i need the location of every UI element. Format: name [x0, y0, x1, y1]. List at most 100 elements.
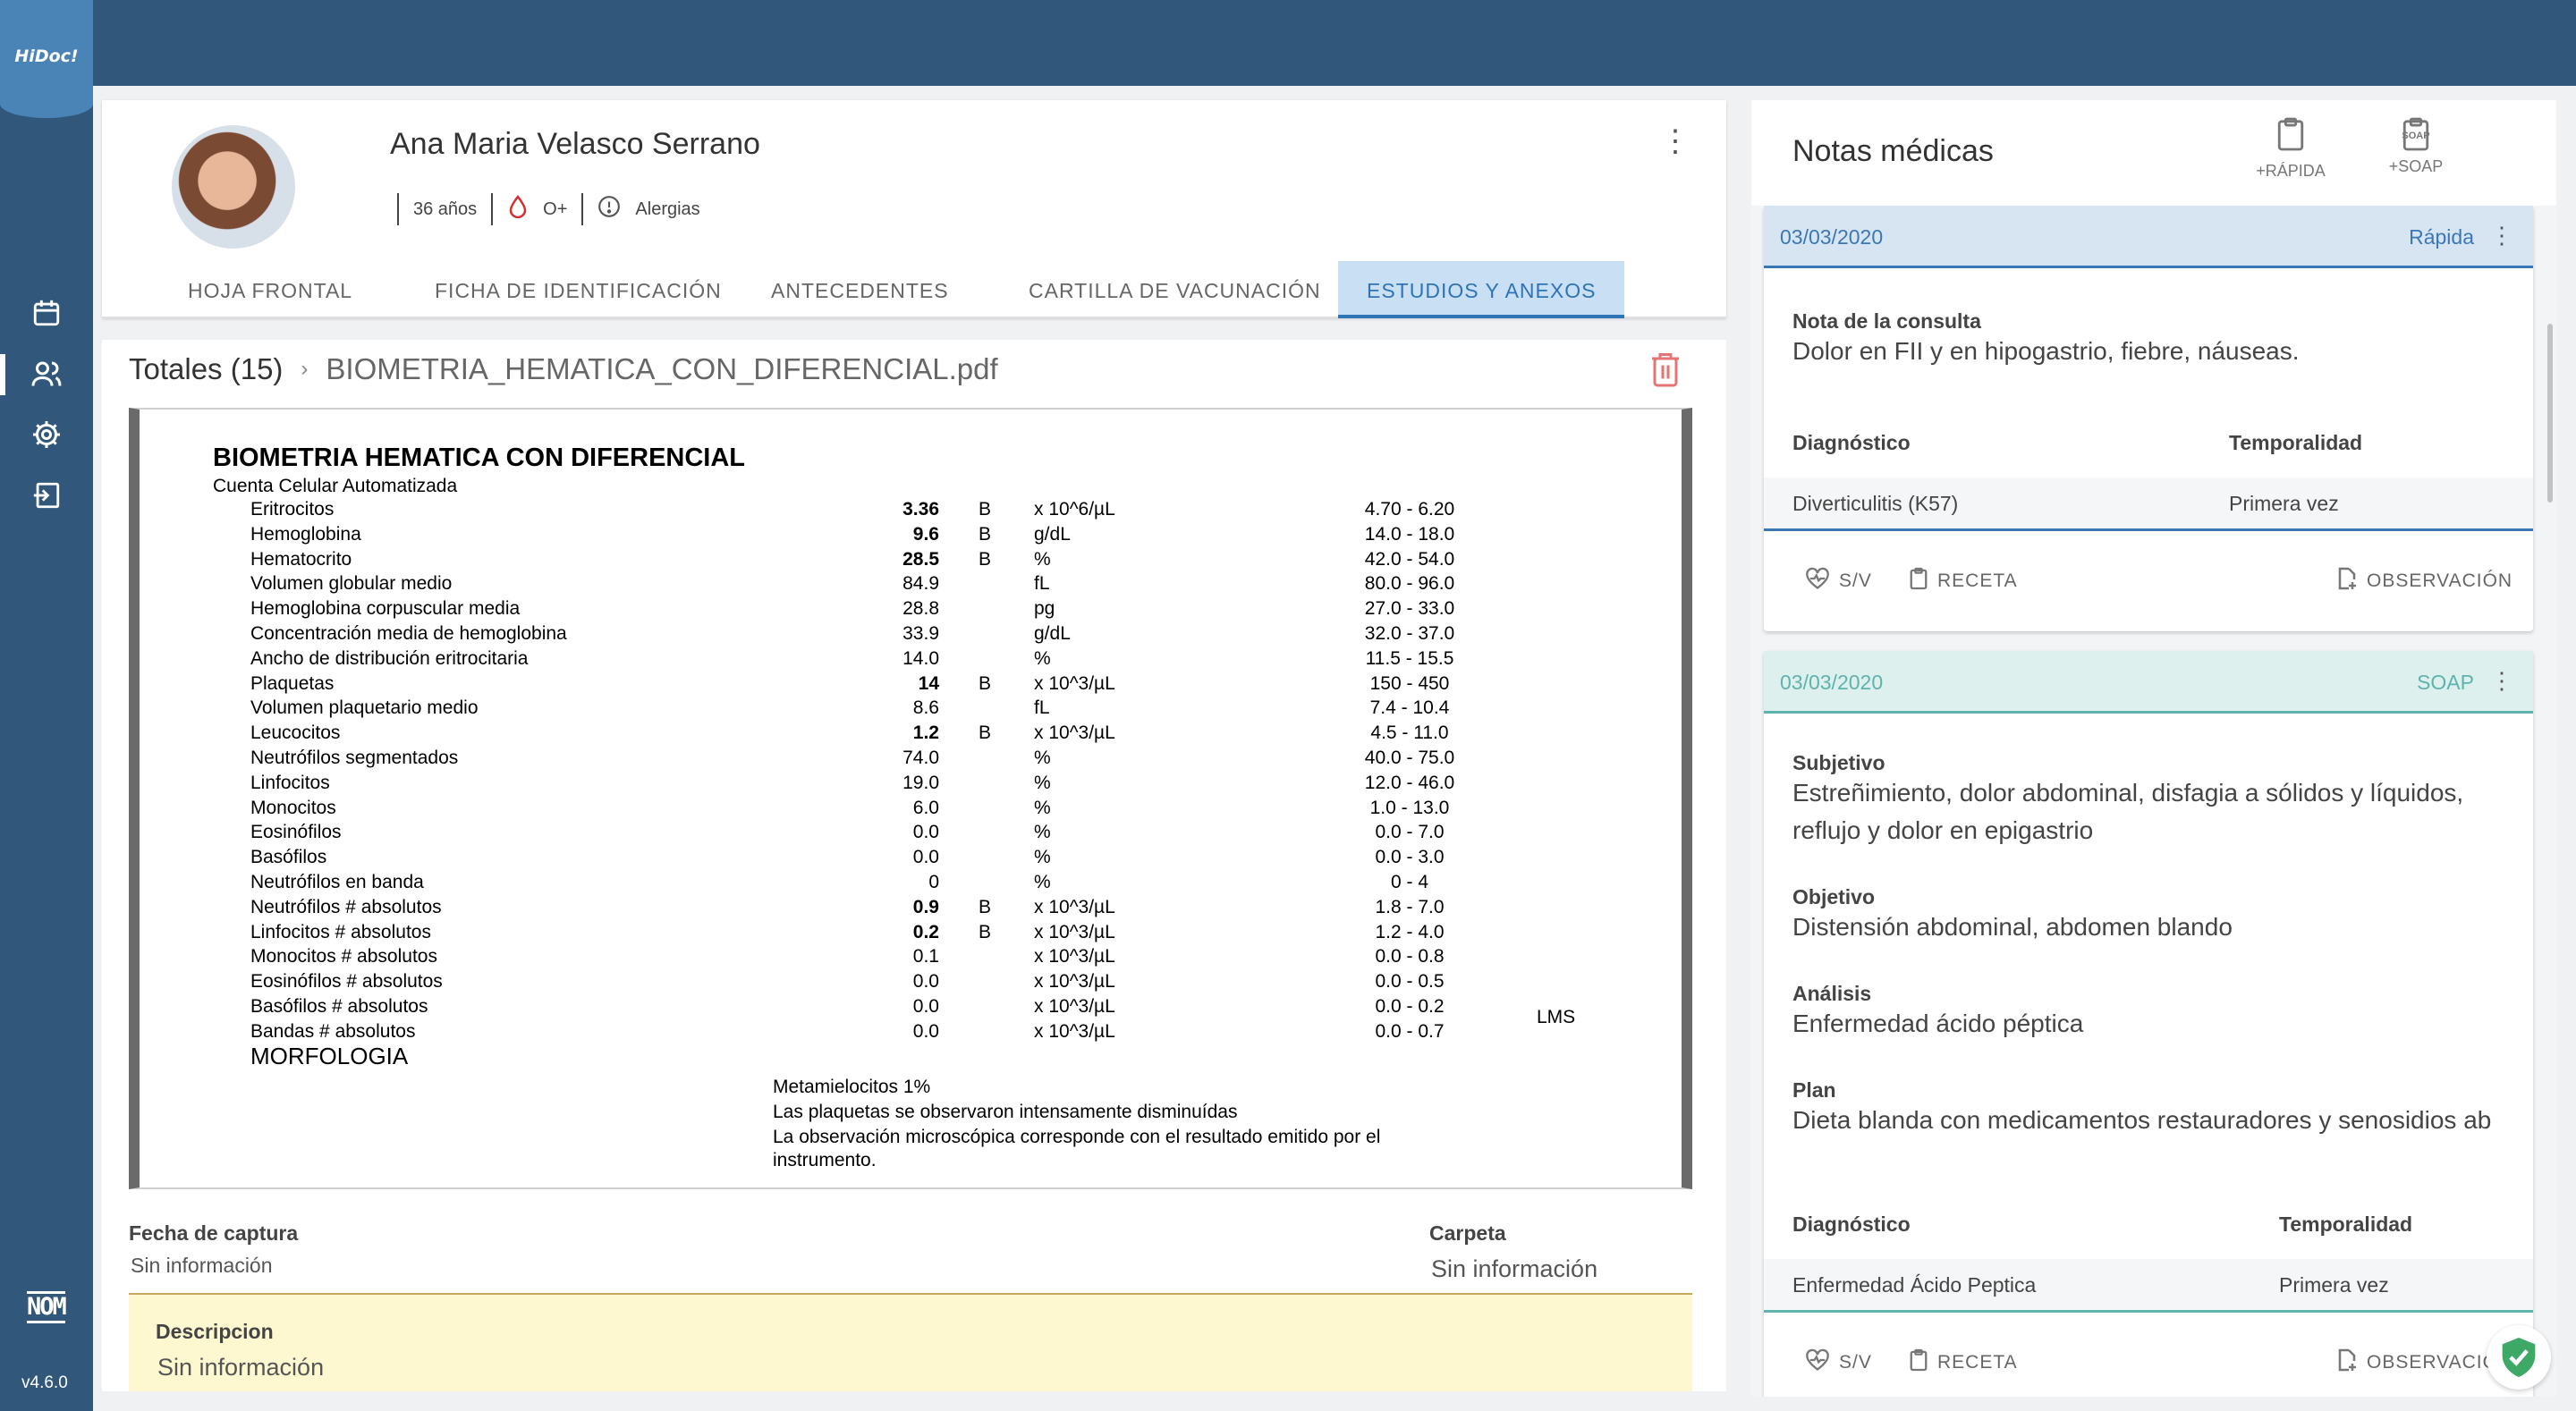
- alert-icon: [597, 195, 621, 224]
- patients-icon[interactable]: [29, 356, 64, 392]
- lab-test-unit: %: [1034, 797, 1051, 818]
- lab-result-row: Hemoglobina corpuscular media 28.8 pg 27.0 …: [140, 598, 1682, 623]
- lab-test-unit: x 10^3/µL: [1034, 722, 1115, 744]
- lab-test-flag: B: [979, 672, 992, 694]
- lab-test-reference: 4.5 - 11.0: [1370, 722, 1449, 744]
- heart-pulse-icon: [1805, 1348, 1830, 1377]
- vitals-button[interactable]: S/V: [1805, 567, 1872, 596]
- note-type: SOAP: [2417, 671, 2474, 694]
- lab-test-name: Eosinófilos # absolutos: [250, 971, 443, 993]
- lab-test-reference: 150 - 450: [1369, 672, 1450, 694]
- calendar-icon[interactable]: [29, 295, 64, 331]
- lab-test-unit: %: [1034, 748, 1051, 768]
- lab-test-reference: 0.0 - 3.0: [1375, 847, 1445, 868]
- vitals-button[interactable]: S/V: [1805, 1348, 1872, 1377]
- breadcrumb-root[interactable]: Totales (15): [129, 352, 283, 385]
- patient-menu-icon[interactable]: ⋮: [1660, 126, 1690, 156]
- lab-test-value: 14: [918, 672, 939, 694]
- objective-text: Distensión abdominal, abdomen blando: [1792, 913, 2233, 941]
- add-quick-note-button[interactable]: +RÁPIDA: [2241, 116, 2340, 181]
- morphology-note: La observación microscópica corresponde …: [773, 1127, 1381, 1147]
- note-date: 03/03/2020: [1780, 671, 1884, 694]
- logout-icon[interactable]: [29, 477, 64, 513]
- blood-type: O+: [543, 199, 568, 219]
- lab-test-reference: 40.0 - 75.0: [1364, 748, 1455, 768]
- add-soap-note-button[interactable]: SOAP +SOAP: [2367, 116, 2465, 176]
- consult-text: Dolor en FII y en hipogastrio, fiebre, n…: [1792, 337, 2300, 365]
- lab-test-name: Monocitos: [250, 797, 336, 818]
- lab-test-value: 14.0: [902, 647, 939, 669]
- breadcrumb-file: BIOMETRIA_HEMATICA_CON_DIFERENCIAL.pdf: [326, 352, 998, 385]
- tab-antecedentes[interactable]: ANTECEDENTES: [742, 261, 978, 318]
- lab-test-value: 3.36: [902, 499, 939, 520]
- lab-result-row: Monocitos # absolutos 0.1 x 10^3/µL 0.0 - 0…: [140, 946, 1682, 971]
- lab-test-value: 8.6: [912, 697, 939, 719]
- lab-test-unit: fL: [1034, 573, 1050, 595]
- pdf-viewer[interactable]: BIOMETRIA HEMATICA CON DIFERENCIAL Cuent…: [129, 408, 1692, 1189]
- lab-test-flag: B: [979, 921, 992, 942]
- observation-button[interactable]: OBSERVACIÓN: [2336, 567, 2512, 596]
- objective-label: Objetivo: [1792, 885, 1876, 908]
- lab-test-name: Eritrocitos: [250, 499, 335, 520]
- lab-test-reference: 1.2 - 4.0: [1375, 921, 1445, 942]
- allergies-link[interactable]: Alergias: [635, 199, 699, 220]
- note-header: 03/03/2020 SOAP ⋮: [1764, 651, 2533, 714]
- lab-result-row: Eosinófilos # absolutos 0.0 x 10^3/µL 0.0 -…: [140, 971, 1682, 996]
- note-add-icon: [2336, 567, 2358, 596]
- lab-test-value: 1.2: [912, 722, 939, 744]
- lab-test-unit: x 10^3/µL: [1034, 1020, 1115, 1042]
- note-card-quick: 03/03/2020 Rápida ⋮ Nota de la consulta …: [1764, 206, 2533, 631]
- lab-test-value: 33.9: [902, 623, 939, 644]
- note-menu-icon[interactable]: ⋮: [2490, 222, 2513, 249]
- tab-hoja-frontal[interactable]: HOJA FRONTAL: [159, 261, 381, 318]
- add-quick-note-label: +RÁPIDA: [2256, 162, 2326, 180]
- plan-text: Dieta blanda con medicamentos restaurado…: [1792, 1106, 2492, 1134]
- document-title: BIOMETRIA HEMATICA CON DIFERENCIAL: [213, 444, 746, 472]
- lab-test-unit: x 10^3/µL: [1034, 896, 1115, 917]
- temporality-label: Temporalidad: [2279, 1212, 2413, 1236]
- lab-test-reference: 11.5 - 15.5: [1365, 647, 1454, 669]
- lab-test-value: 6.0: [912, 797, 939, 818]
- logo-tab[interactable]: HiDoc!: [0, 0, 93, 118]
- recipe-button[interactable]: RECETA: [1909, 567, 2018, 596]
- tab-cartilla-vacunacion[interactable]: CARTILLA DE VACUNACIÓN: [1000, 261, 1350, 318]
- capture-date-value: Sin información: [131, 1254, 273, 1277]
- note-menu-icon[interactable]: ⋮: [2490, 667, 2513, 695]
- lab-test-name: Volumen plaquetario medio: [250, 697, 479, 719]
- lab-test-name: Eosinófilos: [250, 822, 342, 843]
- recipe-button[interactable]: RECETA: [1909, 1348, 2018, 1377]
- lab-test-name: Linfocitos # absolutos: [250, 921, 431, 942]
- lab-result-row: Plaquetas 14 Bx 10^3/µL 150 - 450: [140, 673, 1682, 698]
- notes-title: Notas médicas: [1792, 134, 1994, 168]
- notes-scrollbar[interactable]: [2547, 324, 2553, 503]
- lab-test-value: 0.2: [912, 921, 939, 942]
- lab-test-reference: 0.0 - 0.8: [1375, 946, 1445, 967]
- settings-gear-icon[interactable]: [29, 417, 64, 452]
- lab-test-unit: x 10^3/µL: [1034, 971, 1115, 993]
- diagnosis-label: Diagnóstico: [1792, 431, 1911, 454]
- notes-list[interactable]: 03/03/2020 Rápida ⋮ Nota de la consulta …: [1751, 206, 2556, 1397]
- lab-test-reference: 0.0 - 7.0: [1375, 822, 1445, 843]
- lab-test-name: Plaquetas: [250, 672, 335, 694]
- blood-drop-icon: [507, 194, 529, 224]
- security-shield-icon[interactable]: [2487, 1325, 2551, 1390]
- tab-ficha-identificacion[interactable]: FICHA DE IDENTIFICACIÓN: [406, 261, 750, 318]
- lab-test-unit: x 10^3/µL: [1034, 921, 1115, 942]
- chevron-right-icon: ›: [301, 357, 309, 381]
- nom-badge: NOM: [27, 1291, 67, 1323]
- plan-label: Plan: [1792, 1078, 1836, 1102]
- patient-avatar: [172, 125, 295, 249]
- lab-test-value: 0.0: [912, 822, 939, 843]
- sidebar: HiDoc! NOM v4.6.0: [0, 0, 93, 1411]
- meta-divider: [491, 193, 494, 225]
- lab-test-flag: B: [979, 548, 992, 570]
- clipboard-icon: [1909, 567, 1928, 596]
- lab-result-row: Hemoglobina 9.6 Bg/dL 14.0 - 18.0: [140, 524, 1682, 549]
- tab-estudios-anexos[interactable]: ESTUDIOS Y ANEXOS: [1338, 261, 1625, 318]
- lab-test-reference: 1.8 - 7.0: [1375, 896, 1445, 917]
- lab-result-row: Linfocitos # absolutos 0.2 Bx 10^3/µL 1.2 -…: [140, 922, 1682, 947]
- trash-icon[interactable]: [1649, 351, 1682, 388]
- lab-test-unit: x 10^6/µL: [1034, 499, 1115, 520]
- temporality-value: Primera vez: [2279, 1273, 2389, 1297]
- description-label: Descripcion: [156, 1320, 274, 1343]
